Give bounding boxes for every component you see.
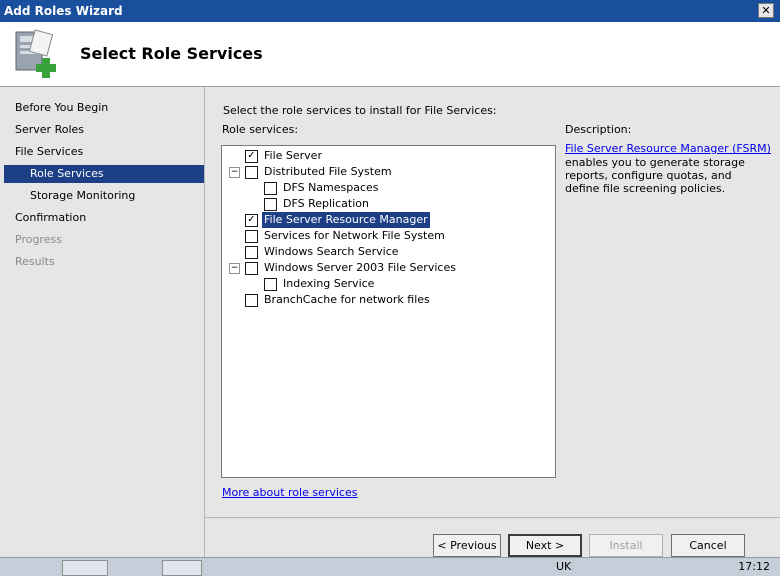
description-link[interactable]: File Server Resource Manager (FSRM) xyxy=(565,142,771,155)
role-service-label: Services for Network File System xyxy=(264,229,445,242)
nav-item-progress: Progress xyxy=(0,231,204,249)
nav-item-before-you-begin[interactable]: Before You Begin xyxy=(0,99,204,117)
role-service-label: DFS Namespaces xyxy=(283,181,379,194)
role-service-label: Windows Search Service xyxy=(264,245,399,258)
role-service-row[interactable]: ✓ File Server xyxy=(222,148,542,164)
title-bar: Add Roles Wizard ✕ xyxy=(0,0,780,22)
page-title: Select Role Services xyxy=(80,44,263,63)
role-service-checkbox[interactable]: ✓ xyxy=(245,214,258,227)
install-button: Install xyxy=(589,534,663,557)
role-service-row[interactable]: ✓ File Server Resource Manager xyxy=(222,211,542,229)
collapse-icon[interactable]: − xyxy=(229,167,240,178)
nav-item-label: Confirmation xyxy=(15,211,87,224)
nav-item-label: Role Services xyxy=(30,167,104,180)
role-service-label: File Server xyxy=(264,149,322,162)
wizard-footer: < Previous Next > Install Cancel xyxy=(205,517,780,558)
nav-item-server-roles[interactable]: Server Roles xyxy=(0,121,204,139)
role-services-list[interactable]: ✓ File Server − Distributed File System DFS … xyxy=(221,145,556,478)
role-service-label: Windows Server 2003 File Services xyxy=(264,261,456,274)
description-label: Description: xyxy=(565,123,632,136)
close-button[interactable]: ✕ xyxy=(758,3,774,18)
nav-item-file-services[interactable]: File Services xyxy=(0,143,204,161)
nav-item-label: Before You Begin xyxy=(15,101,109,114)
nav-item-role-services[interactable]: Role Services xyxy=(4,165,204,183)
role-service-row[interactable]: Indexing Service xyxy=(222,276,542,292)
role-service-checkbox[interactable] xyxy=(264,182,277,195)
role-service-row[interactable]: − Windows Server 2003 File Services xyxy=(222,260,542,276)
role-service-row[interactable]: BranchCache for network files xyxy=(222,292,542,308)
wizard-header: Select Role Services xyxy=(0,22,780,87)
role-service-checkbox[interactable] xyxy=(264,278,277,291)
role-service-checkbox[interactable] xyxy=(264,198,277,211)
wizard-nav: Before You Begin Server Roles File Servi… xyxy=(0,87,205,557)
role-service-row[interactable]: − Distributed File System xyxy=(222,164,542,180)
role-service-checkbox[interactable] xyxy=(245,230,258,243)
more-about-role-services-link[interactable]: More about role services xyxy=(222,486,357,499)
server-roles-icon xyxy=(15,29,56,78)
nav-item-storage-monitoring[interactable]: Storage Monitoring xyxy=(0,187,204,205)
nav-item-label: Progress xyxy=(15,233,62,246)
role-service-checkbox[interactable] xyxy=(245,294,258,307)
role-services-label: Role services: xyxy=(222,123,299,136)
nav-item-label: File Services xyxy=(15,145,84,158)
next-button[interactable]: Next > xyxy=(508,534,582,557)
role-service-row[interactable]: Windows Search Service xyxy=(222,244,542,260)
nav-item-label: Results xyxy=(15,255,55,268)
powershell-taskbar-icon[interactable] xyxy=(118,560,154,576)
clock[interactable]: 17:12 xyxy=(738,560,770,573)
role-service-checkbox[interactable] xyxy=(245,246,258,259)
description-text: enables you to generate storage reports,… xyxy=(565,156,745,195)
nav-item-results: Results xyxy=(0,253,204,271)
server-manager-taskbar-icon[interactable] xyxy=(62,560,108,576)
window-title: Add Roles Wizard xyxy=(4,4,123,18)
language-indicator[interactable]: UK xyxy=(556,560,571,573)
nav-item-confirmation[interactable]: Confirmation xyxy=(0,209,204,227)
role-service-label: File Server Resource Manager xyxy=(261,211,431,229)
nav-item-label: Server Roles xyxy=(15,123,85,136)
role-service-checkbox[interactable] xyxy=(245,166,258,179)
role-service-row[interactable]: DFS Namespaces xyxy=(222,180,542,196)
collapse-icon[interactable]: − xyxy=(229,263,240,274)
taskbar: UK 17:12 xyxy=(0,557,780,576)
role-service-label: BranchCache for network files xyxy=(264,293,430,306)
role-service-row[interactable]: DFS Replication xyxy=(222,196,542,212)
role-service-checkbox[interactable]: ✓ xyxy=(245,150,258,163)
previous-button[interactable]: < Previous xyxy=(433,534,501,557)
role-service-label: Indexing Service xyxy=(283,277,375,290)
explorer-taskbar-icon[interactable] xyxy=(162,560,202,576)
instruction-text: Select the role services to install for … xyxy=(223,104,497,117)
role-service-label: Distributed File System xyxy=(264,165,392,178)
role-service-row[interactable]: Services for Network File System xyxy=(222,228,542,244)
role-service-label: DFS Replication xyxy=(283,197,369,210)
cancel-button[interactable]: Cancel xyxy=(671,534,745,557)
nav-item-label: Storage Monitoring xyxy=(30,189,136,202)
role-service-checkbox[interactable] xyxy=(245,262,258,275)
